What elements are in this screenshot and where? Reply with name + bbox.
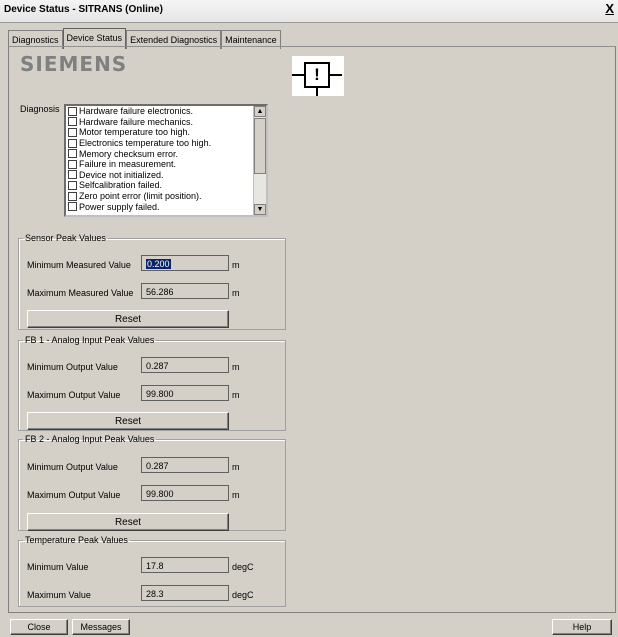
checkbox bbox=[68, 117, 77, 127]
close-button[interactable]: Close bbox=[10, 619, 68, 635]
fb2-reset-button[interactable]: Reset bbox=[27, 513, 229, 531]
fb2-min-output-field[interactable]: 0.287 bbox=[141, 457, 229, 473]
unit-label: m bbox=[232, 260, 240, 270]
fb1-reset-button[interactable]: Reset bbox=[27, 412, 229, 430]
fb2-peak-group: FB 2 - Analog Input Peak Values Minimum … bbox=[18, 434, 286, 531]
checkbox bbox=[68, 170, 77, 180]
checkbox bbox=[68, 138, 77, 148]
window-title: Device Status - SITRANS (Online) bbox=[4, 4, 163, 15]
title-bar: Device Status - SITRANS (Online) X bbox=[0, 0, 618, 23]
diagnosis-label: Diagnosis bbox=[20, 104, 60, 114]
group-legend: FB 1 - Analog Input Peak Values bbox=[25, 335, 155, 345]
unit-label: m bbox=[232, 362, 240, 372]
list-item: Power supply failed. bbox=[66, 201, 266, 212]
close-window-button[interactable]: X bbox=[605, 1, 614, 16]
group-legend: Temperature Peak Values bbox=[25, 535, 128, 545]
siemens-logo: SIEMENS bbox=[20, 52, 128, 76]
group-legend: Sensor Peak Values bbox=[25, 233, 106, 243]
diagnosis-item-label: Device not initialized. bbox=[79, 169, 164, 180]
list-item: Device not initialized. bbox=[66, 170, 266, 181]
scroll-up-icon[interactable]: ▲ bbox=[254, 106, 266, 117]
min-output-label: Minimum Output Value bbox=[27, 462, 118, 472]
checkbox bbox=[68, 180, 77, 190]
diagnosis-item-label: Failure in measurement. bbox=[79, 159, 177, 170]
sensor-reset-button[interactable]: Reset bbox=[27, 310, 229, 328]
min-measured-label: Minimum Measured Value bbox=[27, 260, 131, 270]
list-item: Zero point error (limit position). bbox=[66, 191, 266, 202]
sensor-peak-group: Sensor Peak Values Minimum Measured Valu… bbox=[18, 233, 286, 330]
list-item: Selfcalibration failed. bbox=[66, 180, 266, 191]
field-value: 0.200 bbox=[146, 259, 171, 269]
list-item: Motor temperature too high. bbox=[66, 127, 266, 138]
list-item: Memory checksum error. bbox=[66, 148, 266, 159]
diagnosis-item-label: Hardware failure electronics. bbox=[79, 106, 194, 117]
unit-label: m bbox=[232, 462, 240, 472]
diagnosis-scrollbar[interactable]: ▲ ▼ bbox=[253, 106, 266, 215]
fb1-min-output-field[interactable]: 0.287 bbox=[141, 357, 229, 373]
fb1-max-output-field[interactable]: 99.800 bbox=[141, 385, 229, 401]
checkbox bbox=[68, 202, 77, 212]
diagnosis-item-label: Memory checksum error. bbox=[79, 148, 179, 159]
min-measured-field[interactable]: 0.200 bbox=[141, 255, 229, 271]
messages-button[interactable]: Messages bbox=[72, 619, 130, 635]
diagnosis-item-label: Electronics temperature too high. bbox=[79, 138, 212, 149]
diagnosis-list[interactable]: Hardware failure electronics. Hardware f… bbox=[64, 104, 268, 217]
list-item: Hardware failure mechanics. bbox=[66, 117, 266, 128]
fb1-peak-group: FB 1 - Analog Input Peak Values Minimum … bbox=[18, 335, 286, 431]
list-item: Electronics temperature too high. bbox=[66, 138, 266, 149]
maintenance-alarm-icon: ! bbox=[292, 56, 344, 96]
max-temp-label: Maximum Value bbox=[27, 590, 91, 600]
temperature-peak-group: Temperature Peak Values Minimum Value 17… bbox=[18, 535, 286, 607]
checkbox bbox=[68, 149, 77, 159]
scroll-down-icon[interactable]: ▼ bbox=[254, 204, 266, 215]
unit-label: m bbox=[232, 288, 240, 298]
min-temp-field[interactable]: 17.8 bbox=[141, 557, 229, 573]
max-measured-label: Maximum Measured Value bbox=[27, 288, 134, 298]
max-output-label: Maximum Output Value bbox=[27, 490, 121, 500]
group-legend: FB 2 - Analog Input Peak Values bbox=[25, 434, 155, 444]
list-item: Hardware failure electronics. bbox=[66, 106, 266, 117]
diagnosis-item-label: Selfcalibration failed. bbox=[79, 180, 163, 191]
min-temp-label: Minimum Value bbox=[27, 562, 89, 572]
checkbox bbox=[68, 106, 77, 116]
max-temp-field[interactable]: 28.3 bbox=[141, 585, 229, 601]
unit-label: m bbox=[232, 390, 240, 400]
checkbox bbox=[68, 127, 77, 137]
diagnosis-item-label: Hardware failure mechanics. bbox=[79, 116, 194, 127]
checkbox bbox=[68, 191, 77, 201]
diagnosis-item-label: Motor temperature too high. bbox=[79, 127, 191, 138]
unit-label: degC bbox=[232, 562, 254, 572]
help-button[interactable]: Help bbox=[552, 619, 612, 635]
unit-label: degC bbox=[232, 590, 254, 600]
fb2-max-output-field[interactable]: 99.800 bbox=[141, 485, 229, 501]
max-measured-field[interactable]: 56.286 bbox=[141, 283, 229, 299]
scroll-thumb[interactable] bbox=[254, 118, 266, 174]
diagnosis-item-label: Power supply failed. bbox=[79, 201, 160, 212]
diagnosis-item-label: Zero point error (limit position). bbox=[79, 191, 202, 202]
max-output-label: Maximum Output Value bbox=[27, 390, 121, 400]
checkbox bbox=[68, 159, 77, 169]
unit-label: m bbox=[232, 490, 240, 500]
list-item: Failure in measurement. bbox=[66, 159, 266, 170]
min-output-label: Minimum Output Value bbox=[27, 362, 118, 372]
